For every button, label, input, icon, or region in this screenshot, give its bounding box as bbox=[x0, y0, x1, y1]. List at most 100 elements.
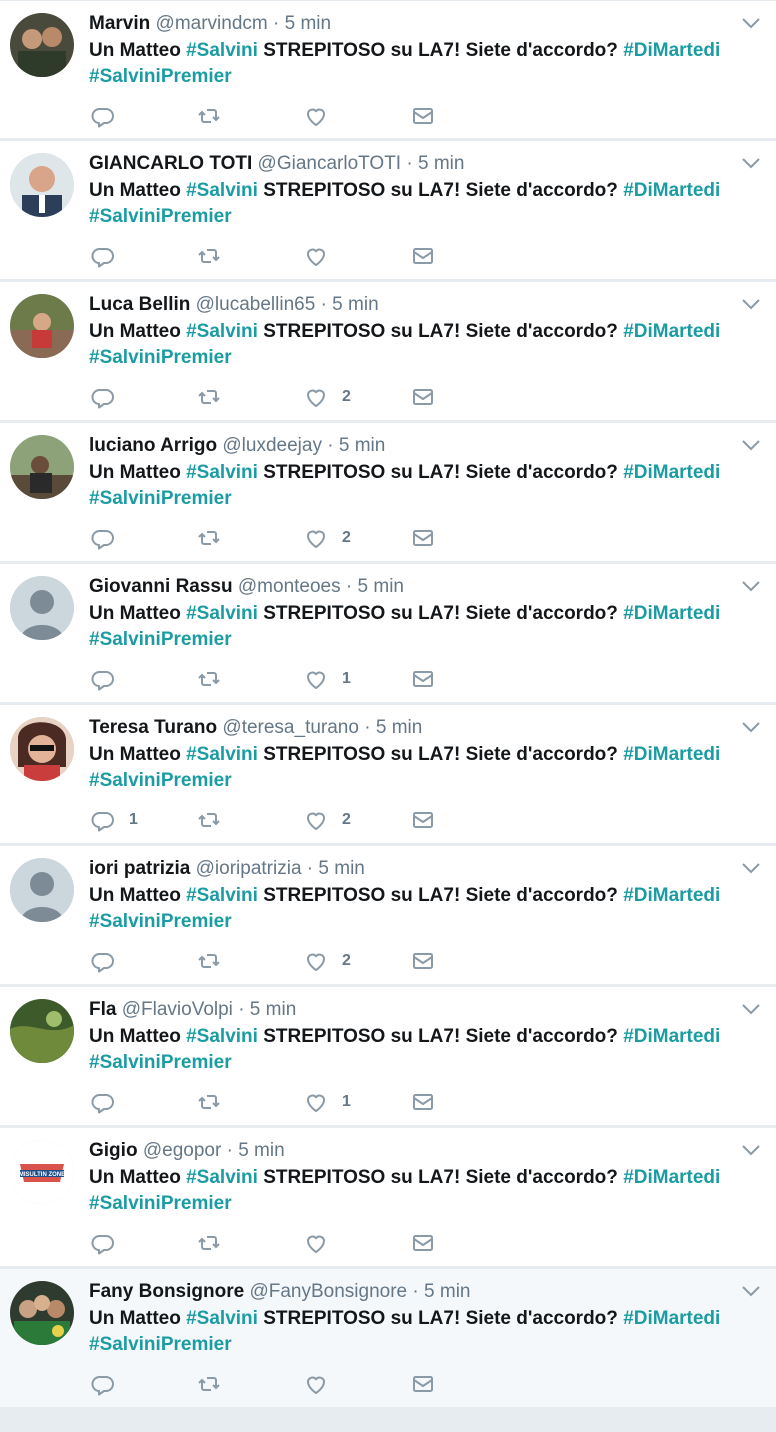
display-name[interactable]: Fla bbox=[89, 999, 116, 1020]
like-button[interactable]: 1 bbox=[304, 1089, 351, 1115]
hashtag-link[interactable]: #SalviniPremier bbox=[89, 1052, 232, 1073]
retweet-button[interactable] bbox=[197, 1089, 221, 1115]
chevron-down-icon[interactable] bbox=[740, 719, 762, 735]
direct-message-button[interactable] bbox=[411, 525, 435, 551]
user-handle[interactable]: @monteoes bbox=[238, 576, 341, 597]
avatar[interactable] bbox=[10, 435, 74, 499]
hashtag-link[interactable]: #DiMartedi bbox=[623, 744, 720, 765]
like-button[interactable] bbox=[304, 243, 328, 269]
direct-message-button[interactable] bbox=[411, 243, 435, 269]
display-name[interactable]: Luca Bellin bbox=[89, 294, 190, 315]
avatar[interactable] bbox=[10, 294, 74, 358]
timestamp[interactable]: 5 min bbox=[376, 717, 422, 738]
hashtag-link[interactable]: #Salvini bbox=[186, 744, 258, 765]
timestamp[interactable]: 5 min bbox=[424, 1281, 470, 1302]
hashtag-link[interactable]: #Salvini bbox=[186, 321, 258, 342]
tweet[interactable]: Fla @FlavioVolpi · 5 min Un Matteo #Salv… bbox=[0, 987, 776, 1128]
direct-message-button[interactable] bbox=[411, 384, 435, 410]
avatar[interactable] bbox=[10, 999, 74, 1063]
display-name[interactable]: Gigio bbox=[89, 1140, 138, 1161]
retweet-button[interactable] bbox=[197, 1371, 221, 1397]
retweet-button[interactable] bbox=[197, 666, 221, 692]
user-handle[interactable]: @ioripatrizia bbox=[196, 858, 302, 879]
retweet-button[interactable] bbox=[197, 807, 221, 833]
reply-button[interactable] bbox=[91, 948, 115, 974]
retweet-button[interactable] bbox=[197, 525, 221, 551]
avatar[interactable] bbox=[10, 1281, 74, 1345]
hashtag-link[interactable]: #SalviniPremier bbox=[89, 347, 232, 368]
retweet-button[interactable] bbox=[197, 384, 221, 410]
like-button[interactable]: 1 bbox=[304, 666, 351, 692]
user-handle[interactable]: @FanyBonsignore bbox=[249, 1281, 407, 1302]
hashtag-link[interactable]: #DiMartedi bbox=[623, 180, 720, 201]
hashtag-link[interactable]: #Salvini bbox=[186, 1026, 258, 1047]
hashtag-link[interactable]: #Salvini bbox=[186, 180, 258, 201]
user-handle[interactable]: @GiancarloTOTI bbox=[258, 153, 402, 174]
user-handle[interactable]: @luxdeejay bbox=[222, 435, 322, 456]
like-button[interactable] bbox=[304, 1230, 328, 1256]
timestamp[interactable]: 5 min bbox=[285, 13, 331, 34]
direct-message-button[interactable] bbox=[411, 1230, 435, 1256]
hashtag-link[interactable]: #DiMartedi bbox=[623, 603, 720, 624]
retweet-button[interactable] bbox=[197, 103, 221, 129]
like-button[interactable]: 2 bbox=[304, 948, 351, 974]
reply-button[interactable] bbox=[91, 1371, 115, 1397]
tweet[interactable]: MISULTIN ZONE Gigio @egopor · 5 min Un M… bbox=[0, 1128, 776, 1269]
hashtag-link[interactable]: #DiMartedi bbox=[623, 885, 720, 906]
hashtag-link[interactable]: #DiMartedi bbox=[623, 40, 720, 61]
tweet[interactable]: Marvin @marvindcm · 5 min Un Matteo #Sal… bbox=[0, 0, 776, 141]
tweet[interactable]: Teresa Turano @teresa_turano · 5 min Un … bbox=[0, 705, 776, 846]
reply-button[interactable]: 1 bbox=[91, 807, 138, 833]
like-button[interactable]: 2 bbox=[304, 525, 351, 551]
hashtag-link[interactable]: #SalviniPremier bbox=[89, 66, 232, 87]
direct-message-button[interactable] bbox=[411, 948, 435, 974]
timestamp[interactable]: 5 min bbox=[238, 1140, 284, 1161]
timestamp[interactable]: 5 min bbox=[358, 576, 404, 597]
avatar[interactable] bbox=[10, 858, 74, 922]
avatar[interactable] bbox=[10, 13, 74, 77]
avatar[interactable] bbox=[10, 576, 74, 640]
hashtag-link[interactable]: #Salvini bbox=[186, 1167, 258, 1188]
hashtag-link[interactable]: #Salvini bbox=[186, 1308, 258, 1329]
user-handle[interactable]: @lucabellin65 bbox=[196, 294, 316, 315]
hashtag-link[interactable]: #DiMartedi bbox=[623, 1167, 720, 1188]
reply-button[interactable] bbox=[91, 666, 115, 692]
reply-button[interactable] bbox=[91, 1230, 115, 1256]
chevron-down-icon[interactable] bbox=[740, 15, 762, 31]
chevron-down-icon[interactable] bbox=[740, 296, 762, 312]
direct-message-button[interactable] bbox=[411, 1089, 435, 1115]
hashtag-link[interactable]: #DiMartedi bbox=[623, 462, 720, 483]
user-handle[interactable]: @teresa_turano bbox=[222, 717, 359, 738]
like-button[interactable] bbox=[304, 103, 328, 129]
like-button[interactable]: 2 bbox=[304, 384, 351, 410]
hashtag-link[interactable]: #Salvini bbox=[186, 603, 258, 624]
chevron-down-icon[interactable] bbox=[740, 860, 762, 876]
chevron-down-icon[interactable] bbox=[740, 1001, 762, 1017]
display-name[interactable]: Giovanni Rassu bbox=[89, 576, 233, 597]
chevron-down-icon[interactable] bbox=[740, 437, 762, 453]
hashtag-link[interactable]: #SalviniPremier bbox=[89, 911, 232, 932]
hashtag-link[interactable]: #DiMartedi bbox=[623, 321, 720, 342]
hashtag-link[interactable]: #DiMartedi bbox=[623, 1026, 720, 1047]
display-name[interactable]: Teresa Turano bbox=[89, 717, 217, 738]
hashtag-link[interactable]: #SalviniPremier bbox=[89, 488, 232, 509]
chevron-down-icon[interactable] bbox=[740, 1283, 762, 1299]
user-handle[interactable]: @FlavioVolpi bbox=[122, 999, 233, 1020]
reply-button[interactable] bbox=[91, 103, 115, 129]
chevron-down-icon[interactable] bbox=[740, 1142, 762, 1158]
hashtag-link[interactable]: #SalviniPremier bbox=[89, 1334, 232, 1355]
hashtag-link[interactable]: #SalviniPremier bbox=[89, 1193, 232, 1214]
hashtag-link[interactable]: #Salvini bbox=[186, 885, 258, 906]
reply-button[interactable] bbox=[91, 243, 115, 269]
chevron-down-icon[interactable] bbox=[740, 578, 762, 594]
timestamp[interactable]: 5 min bbox=[339, 435, 385, 456]
like-button[interactable] bbox=[304, 1371, 328, 1397]
direct-message-button[interactable] bbox=[411, 666, 435, 692]
avatar[interactable] bbox=[10, 717, 74, 781]
user-handle[interactable]: @egopor bbox=[143, 1140, 221, 1161]
hashtag-link[interactable]: #SalviniPremier bbox=[89, 206, 232, 227]
display-name[interactable]: luciano Arrigo bbox=[89, 435, 217, 456]
tweet[interactable]: iori patrizia @ioripatrizia · 5 min Un M… bbox=[0, 846, 776, 987]
tweet[interactable]: Fany Bonsignore @FanyBonsignore · 5 min … bbox=[0, 1269, 776, 1410]
hashtag-link[interactable]: #DiMartedi bbox=[623, 1308, 720, 1329]
